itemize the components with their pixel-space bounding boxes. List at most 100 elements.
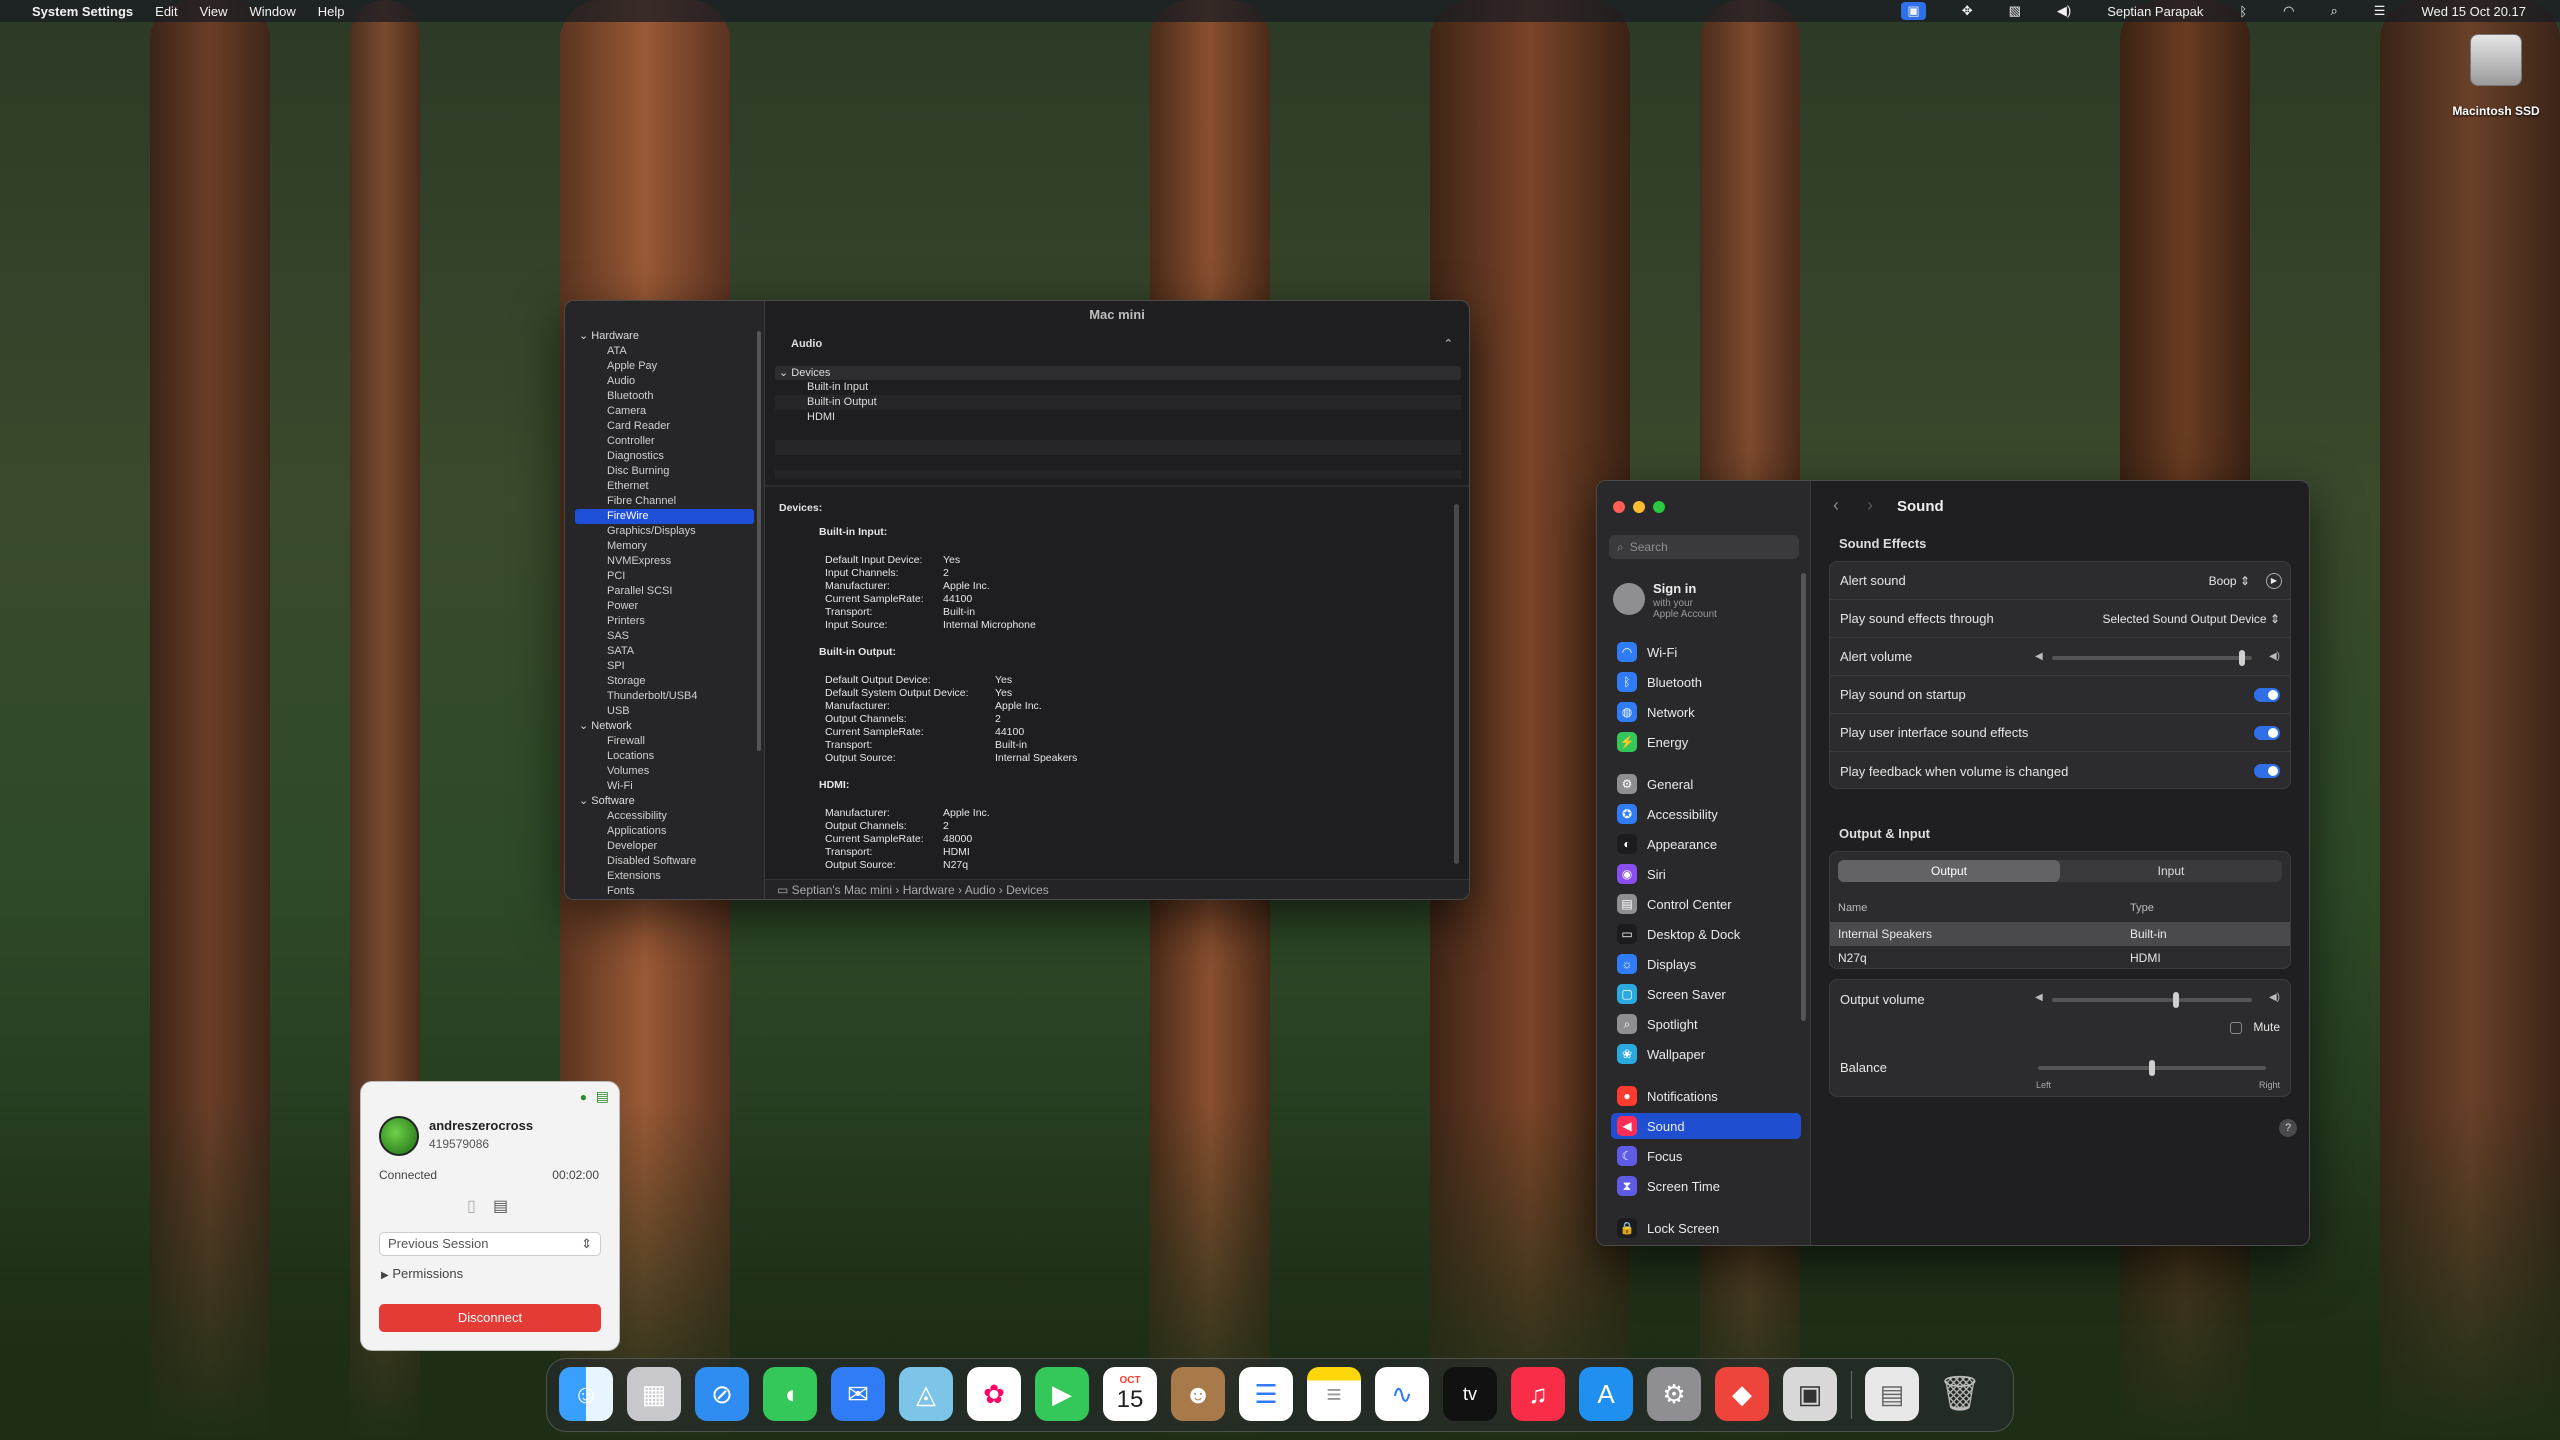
- mic-icon[interactable]: ●: [580, 1090, 587, 1104]
- back-button[interactable]: ‹: [1833, 495, 1839, 516]
- disclosure-chevron-icon[interactable]: ⌄: [579, 795, 591, 807]
- sidebar-item[interactable]: Diagnostics: [565, 449, 764, 464]
- messages-icon[interactable]: ◖: [763, 1367, 817, 1421]
- system-information-icon[interactable]: ▣: [1783, 1367, 1837, 1421]
- sidebar-item[interactable]: Printers: [565, 614, 764, 629]
- sidebar-item[interactable]: Graphics/Displays: [565, 524, 764, 539]
- sidebar-group[interactable]: ⌄ Software: [565, 794, 764, 809]
- sidebar-item-appearance[interactable]: ◐ Appearance: [1611, 831, 1801, 857]
- sidebar-group[interactable]: ⌄ Hardware: [565, 329, 764, 344]
- sidebar-item-accessibility[interactable]: ✪ Accessibility: [1611, 801, 1801, 827]
- wifi-status-icon[interactable]: ◠: [2283, 3, 2294, 19]
- output-volume-slider[interactable]: [2052, 992, 2252, 1008]
- sidebar-item[interactable]: Firewall: [565, 734, 764, 749]
- sidebar-item[interactable]: PCI: [565, 569, 764, 584]
- split-divider[interactable]: [765, 485, 1469, 487]
- freeform-icon[interactable]: ∿: [1375, 1367, 1429, 1421]
- screen-mirror-icon[interactable]: ▣: [1901, 2, 1926, 20]
- sidebar-item-wallpaper[interactable]: ❀ Wallpaper: [1611, 1041, 1801, 1067]
- list-item[interactable]: HDMI: [775, 410, 1461, 425]
- facetime-icon[interactable]: ▶: [1035, 1367, 1089, 1421]
- disconnect-button[interactable]: Disconnect: [379, 1304, 601, 1332]
- display-icon[interactable]: ▧: [2009, 3, 2021, 19]
- sidebar-item-siri[interactable]: ◉ Siri: [1611, 861, 1801, 887]
- alert-volume-slider[interactable]: [2052, 650, 2252, 666]
- sidebar-item-screen-time[interactable]: ⧗ Screen Time: [1611, 1173, 1801, 1199]
- sidebar-item[interactable]: USB: [565, 704, 764, 719]
- forward-button[interactable]: ›: [1867, 495, 1873, 516]
- volume-icon[interactable]: ◀): [2057, 3, 2071, 19]
- play-preview-icon[interactable]: ▶: [2266, 572, 2282, 589]
- maps-icon[interactable]: ◬: [899, 1367, 953, 1421]
- sidebar-item[interactable]: Ethernet: [565, 479, 764, 494]
- apple-tv-icon[interactable]: tv: [1443, 1367, 1497, 1421]
- sidebar-item[interactable]: Fonts: [565, 884, 764, 899]
- sidebar-item[interactable]: Camera: [565, 404, 764, 419]
- sidebar-item[interactable]: Locations: [565, 749, 764, 764]
- search-menu-icon[interactable]: ⌕: [2331, 3, 2338, 19]
- settings-sidebar-scrollbar[interactable]: [1801, 573, 1806, 1021]
- sidebar-item[interactable]: SPI: [565, 659, 764, 674]
- column-type[interactable]: Type: [2130, 902, 2154, 914]
- table-row[interactable]: N27q HDMI: [1830, 946, 2290, 968]
- settings-minimize-button[interactable]: [1633, 501, 1645, 513]
- sidebar-item-wi-fi[interactable]: ◠ Wi-Fi: [1611, 639, 1801, 665]
- slider-knob[interactable]: [2173, 992, 2179, 1008]
- sidebar-item-focus[interactable]: ☾ Focus: [1611, 1143, 1801, 1169]
- path-item[interactable]: Devices: [1006, 883, 1049, 897]
- notes-icon[interactable]: ≡: [1307, 1367, 1361, 1421]
- chat-icon[interactable]: ▤: [596, 1088, 609, 1105]
- sidebar-item-general[interactable]: ⚙ General: [1611, 771, 1801, 797]
- mute-checkbox[interactable]: [2230, 1022, 2242, 1034]
- safari-icon[interactable]: ⊘: [695, 1367, 749, 1421]
- startup-toggle[interactable]: [2254, 687, 2280, 702]
- finder-icon[interactable]: ☺: [559, 1367, 613, 1421]
- sidebar-item[interactable]: Power: [565, 599, 764, 614]
- remote-icon[interactable]: ✥: [1962, 3, 1973, 19]
- document-icon[interactable]: ▤: [1865, 1367, 1919, 1421]
- sidebar-item[interactable]: Storage: [565, 674, 764, 689]
- mail-icon[interactable]: ✉: [831, 1367, 885, 1421]
- sidebar-item-network[interactable]: ◍ Network: [1611, 699, 1801, 725]
- session-select[interactable]: Previous Session ⇕: [379, 1232, 601, 1256]
- disclosure-chevron-icon[interactable]: ⌄: [579, 720, 591, 732]
- list-item[interactable]: Built-in Output: [775, 395, 1461, 410]
- sidebar-group[interactable]: ⌄ Network: [565, 719, 764, 734]
- sidebar-item[interactable]: Extensions: [565, 869, 764, 884]
- menu-help[interactable]: Help: [318, 4, 345, 19]
- sidebar-item-sound[interactable]: ◀ Sound: [1611, 1113, 1801, 1139]
- reminders-icon[interactable]: ☰: [1239, 1367, 1293, 1421]
- search-field[interactable]: ⌕ Search: [1609, 535, 1799, 559]
- sidebar-item[interactable]: Audio: [565, 374, 764, 389]
- sidebar-item[interactable]: Thunderbolt/USB4: [565, 689, 764, 704]
- sidebar-item-bluetooth[interactable]: ᛒ Bluetooth: [1611, 669, 1801, 695]
- sidebar-item-notifications[interactable]: ● Notifications: [1611, 1083, 1801, 1109]
- menu-edit[interactable]: Edit: [155, 4, 177, 19]
- permissions-disclosure[interactable]: ▶ Permissions: [381, 1266, 463, 1281]
- sidebar-item[interactable]: Applications: [565, 824, 764, 839]
- detail-scrollbar[interactable]: [1454, 504, 1459, 864]
- balance-slider[interactable]: [2038, 1060, 2266, 1076]
- app-store-icon[interactable]: A: [1579, 1367, 1633, 1421]
- sidebar-item[interactable]: SATA: [565, 644, 764, 659]
- sidebar-item[interactable]: SAS: [565, 629, 764, 644]
- play-through-popup[interactable]: Selected Sound Output Device ⇕: [2103, 612, 2281, 626]
- sign-in-item[interactable]: Sign in with your Apple Account: [1613, 579, 1803, 623]
- sidebar-item[interactable]: ATA: [565, 344, 764, 359]
- trash-icon[interactable]: 🗑: [1933, 1367, 1987, 1421]
- column-name[interactable]: Name: [1838, 902, 1867, 914]
- alert-sound-popup[interactable]: Boop ⇕: [2209, 574, 2250, 588]
- clock[interactable]: Wed 15 Oct 20.17: [2421, 4, 2526, 19]
- sidebar-item[interactable]: Apple Pay: [565, 359, 764, 374]
- bluetooth-status-icon[interactable]: ᛒ: [2239, 4, 2247, 19]
- table-row[interactable]: Internal Speakers Built-in: [1830, 922, 2290, 946]
- sidebar-item-control-center[interactable]: ▤ Control Center: [1611, 891, 1801, 917]
- slider-knob[interactable]: [2239, 650, 2245, 666]
- app-menu[interactable]: System Settings: [32, 4, 133, 19]
- chevron-up-icon[interactable]: ⌃: [1444, 334, 1453, 354]
- sidebar-item-lock-screen[interactable]: 🔒 Lock Screen: [1611, 1215, 1801, 1241]
- sidebar-item[interactable]: Volumes: [565, 764, 764, 779]
- anydesk-icon[interactable]: ◆: [1715, 1367, 1769, 1421]
- macintosh-ssd-icon[interactable]: [2470, 34, 2522, 86]
- sidebar-item-spotlight[interactable]: ⌕ Spotlight: [1611, 1011, 1801, 1037]
